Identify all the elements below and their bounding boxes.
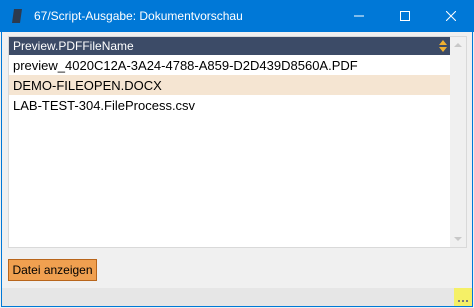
status-bar xyxy=(2,288,472,306)
cell-file-name: LAB-TEST-304.FileProcess.csv xyxy=(13,97,196,113)
title-bar[interactable]: 67/Script-Ausgabe: Dokumentvorschau xyxy=(0,0,474,32)
table-row[interactable]: LAB-TEST-304.FileProcess.csv xyxy=(9,95,451,115)
maximize-button[interactable] xyxy=(382,0,428,32)
show-file-button[interactable]: Datei anzeigen xyxy=(8,259,97,281)
cell-file-name: preview_4020C12A-3A24-4788-A859-D2D439D8… xyxy=(13,57,358,73)
window-body: Preview.PDFFileName preview_4020C12A-3A2… xyxy=(1,32,473,307)
window-title: 67/Script-Ausgabe: Dokumentvorschau xyxy=(34,9,243,23)
minimize-icon xyxy=(354,15,364,17)
scroll-down-icon[interactable] xyxy=(454,235,462,243)
scroll-up-icon[interactable] xyxy=(454,41,462,49)
resize-grip-icon[interactable] xyxy=(454,288,472,306)
document-icon[interactable] xyxy=(2,0,32,32)
grid-rows: preview_4020C12A-3A24-4788-A859-D2D439D8… xyxy=(9,55,451,115)
vertical-scrollbar[interactable] xyxy=(450,37,466,247)
close-icon xyxy=(446,11,456,21)
file-grid[interactable]: Preview.PDFFileName preview_4020C12A-3A2… xyxy=(8,36,467,248)
table-row-selected[interactable]: DEMO-FILEOPEN.DOCX xyxy=(9,75,451,95)
maximize-icon xyxy=(400,11,410,21)
column-header-label: Preview.PDFFileName xyxy=(13,39,134,53)
cell-file-name: DEMO-FILEOPEN.DOCX xyxy=(13,77,162,93)
close-button[interactable] xyxy=(428,0,474,32)
minimize-button[interactable] xyxy=(336,0,382,32)
table-row[interactable]: preview_4020C12A-3A24-4788-A859-D2D439D8… xyxy=(9,55,451,75)
column-header-pdf-file-name[interactable]: Preview.PDFFileName xyxy=(9,37,451,55)
sort-icon[interactable] xyxy=(439,40,447,52)
